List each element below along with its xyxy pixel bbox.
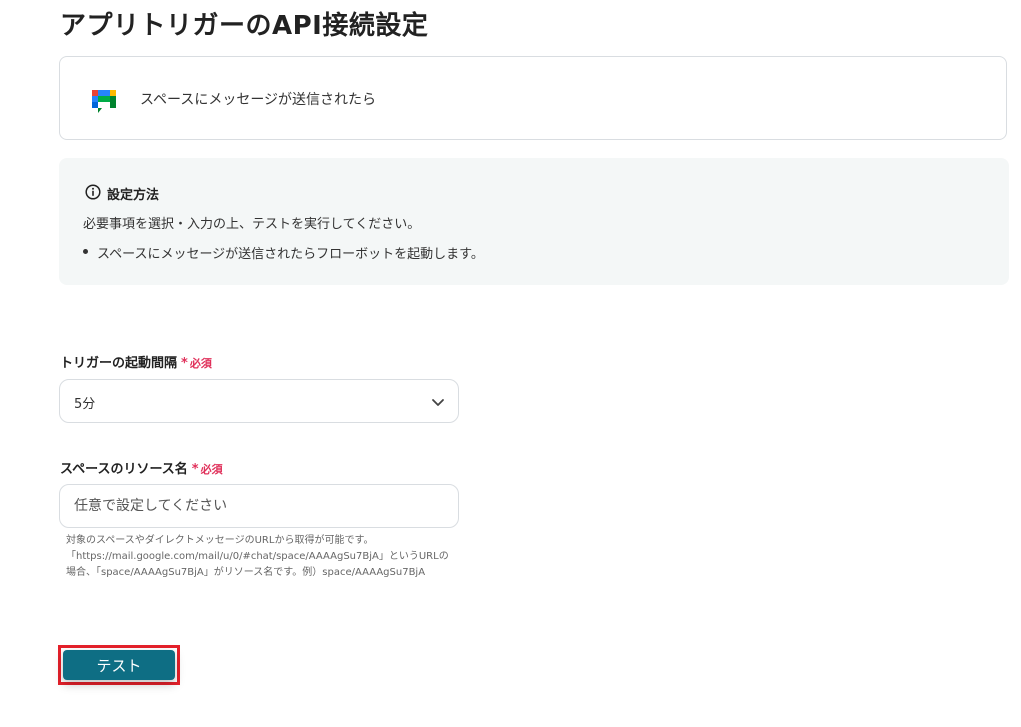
required-star: * [181, 356, 188, 371]
interval-label-text: トリガーの起動間隔 [60, 356, 178, 371]
space-name-input[interactable] [59, 484, 459, 528]
space-name-label: スペースのリソース名 * 必須 [60, 458, 223, 477]
space-name-help-text: 対象のスペースやダイレクトメッセージのURLから取得が可能です。 「https:… [66, 535, 449, 578]
interval-select[interactable]: 5分 [59, 379, 459, 423]
bullet-dot [83, 249, 88, 254]
interval-select-value: 5分 [74, 397, 96, 412]
interval-label: トリガーの起動間隔 * 必須 [60, 352, 212, 371]
instructions-panel: 設定方法 必要事項を選択・入力の上、テストを実行してください。 スペースにメッセ… [59, 158, 1009, 285]
google-chat-icon [92, 90, 116, 113]
info-icon [85, 184, 101, 200]
required-badge: 必須 [200, 463, 223, 476]
trigger-label: スペースにメッセージが送信されたら [140, 92, 377, 108]
chevron-down-icon [432, 399, 444, 406]
test-button[interactable]: テスト [63, 650, 175, 680]
space-name-label-text: スペースのリソース名 [60, 462, 188, 477]
instructions-bullet: スペースにメッセージが送信されたらフローボットを起動します。 [97, 247, 484, 262]
required-badge: 必須 [189, 357, 212, 370]
instructions-description: 必要事項を選択・入力の上、テストを実行してください。 [83, 217, 421, 232]
trigger-card: スペースにメッセージが送信されたら [59, 56, 1007, 140]
required-star: * [191, 462, 199, 477]
instructions-title: 設定方法 [107, 188, 160, 203]
page-title: アプリトリガーのAPI接続設定 [60, 11, 429, 41]
